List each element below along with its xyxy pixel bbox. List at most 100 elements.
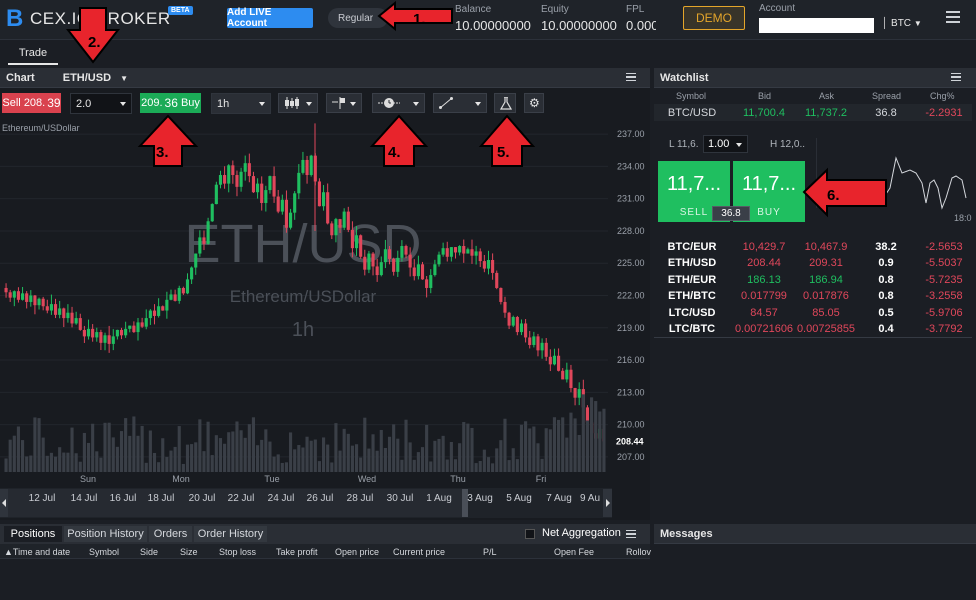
positions-col-10[interactable]: Rollov	[626, 547, 651, 557]
candle-body	[194, 253, 198, 268]
account-field[interactable]	[759, 18, 874, 33]
volume-bar	[557, 419, 561, 472]
watchlist-row-btcusd[interactable]: BTC/USD 11,700.4 11,737.2 36.8 -2.2931	[654, 104, 972, 121]
account-selector[interactable]: Account │ BTC ▼	[759, 3, 922, 33]
candle-body	[8, 292, 12, 298]
candle-body	[536, 336, 540, 351]
date-label: 14 Jul	[71, 493, 98, 504]
col-bid[interactable]: Bid	[758, 91, 771, 101]
positions-col-2[interactable]: Side	[140, 547, 158, 557]
add-live-account-button[interactable]: Add LIVE Account	[227, 7, 313, 29]
volume-bar	[276, 454, 280, 472]
candle-body	[375, 266, 379, 276]
net-aggregation-checkbox[interactable]	[525, 529, 535, 539]
col-symbol[interactable]: Symbol	[676, 91, 706, 101]
positions-col-1[interactable]: Symbol	[89, 547, 119, 557]
candle-body	[321, 192, 326, 207]
volume-bar	[338, 450, 342, 472]
volume-bar	[264, 429, 268, 472]
positions-menu-icon[interactable]	[626, 530, 636, 538]
watchlist-menu-icon[interactable]	[951, 73, 961, 81]
volume-bar	[194, 442, 198, 472]
positions-col-0[interactable]: ▲Time and date	[4, 547, 70, 557]
candle-body	[41, 298, 45, 307]
candle-body	[202, 237, 206, 244]
watchlist-row[interactable]: ETH/USD 208.44 209.31 0.9 -5.5037	[654, 255, 972, 272]
volume-bar	[4, 458, 8, 472]
flask-button[interactable]	[494, 93, 516, 113]
y-tick-label: 225.00	[617, 258, 645, 268]
indicators-button[interactable]	[326, 93, 362, 113]
candle-body	[297, 172, 301, 194]
watchlist-row[interactable]: ETH/BTC 0.017799 0.017876 0.8 -3.2558	[654, 288, 972, 305]
candle-body	[181, 287, 185, 294]
day-label: Mon	[172, 474, 190, 484]
candle-body	[462, 246, 466, 254]
positions-col-6[interactable]: Open price	[335, 547, 379, 557]
messages-title: Messages	[660, 527, 713, 540]
volume-bar	[548, 429, 552, 472]
chart-type-button[interactable]	[278, 93, 318, 113]
tab-orders[interactable]: Orders	[149, 526, 192, 542]
chart-panel-header: Chart ETH/USD ▼	[0, 68, 650, 88]
account-currency[interactable]: │ BTC ▼	[882, 18, 922, 29]
watchlist-row[interactable]: LTC/USD 84.57 85.05 0.5 -5.9706	[654, 304, 972, 321]
amount-select[interactable]: 2.0	[70, 93, 132, 114]
row-ask: 0.017876	[803, 290, 849, 302]
regular-button[interactable]: Regular	[328, 8, 388, 28]
chart-menu-icon[interactable]	[626, 73, 636, 81]
price-chart[interactable]: 237.00 234.00 231.00 228.00 225.00 222.00 219.…	[0, 88, 650, 520]
volume-bar	[309, 440, 313, 472]
demo-button[interactable]: DEMO	[683, 6, 745, 30]
quick-buy-price: 11,7...	[741, 173, 797, 195]
settings-button[interactable]: ⚙	[524, 93, 544, 113]
date-label: 1 Aug	[426, 493, 452, 504]
tab-positions[interactable]: Positions	[4, 526, 62, 542]
date-label: 26 Jul	[307, 493, 334, 504]
chart-area[interactable]: 237.00 234.00 231.00 228.00 225.00 222.00 219.…	[0, 88, 650, 520]
positions-col-4[interactable]: Stop loss	[219, 547, 256, 557]
positions-col-8[interactable]: P/L	[483, 547, 497, 557]
candle-body	[66, 312, 70, 319]
tab-order-history[interactable]: Order History	[194, 526, 267, 542]
chevron-down-icon	[736, 143, 742, 147]
col-ask[interactable]: Ask	[819, 91, 834, 101]
cexio-logo[interactable]: B CEX.IO BROKER	[6, 6, 171, 32]
volume-bar	[507, 460, 511, 472]
drawing-tools-button[interactable]	[433, 93, 487, 113]
quick-amount-select[interactable]: 1.00	[703, 135, 748, 153]
watchlist-row[interactable]: LTC/BTC 0.00721606 0.00725855 0.4 -3.7792	[654, 321, 972, 338]
watermark-interval: 1h	[292, 319, 314, 341]
candle-body	[371, 253, 375, 267]
positions-col-5[interactable]: Take profit	[276, 547, 318, 557]
chart-sell-button[interactable]: Sell 208. 39	[2, 93, 61, 113]
tab-trade[interactable]: Trade	[8, 45, 58, 65]
flask-icon	[500, 96, 512, 110]
chart-buy-button[interactable]: 209. 36 Buy	[140, 93, 201, 113]
col-spread[interactable]: Spread	[872, 91, 901, 101]
positions-col-9[interactable]: Open Fee	[554, 547, 594, 557]
balance-value: 10.00000000	[455, 18, 531, 33]
candle-body	[119, 329, 124, 336]
watchlist-row[interactable]: ETH/EUR 186.13 186.94 0.8 -5.7235	[654, 271, 972, 288]
candle-body	[342, 211, 346, 228]
account-label: Account	[759, 3, 796, 14]
volume-bar	[470, 427, 474, 472]
positions-col-3[interactable]: Size	[180, 547, 198, 557]
timeframe-button[interactable]	[372, 93, 425, 113]
interval-select[interactable]: 1h	[211, 93, 271, 114]
candle-body	[29, 295, 33, 302]
tab-position-history[interactable]: Position History	[64, 526, 147, 542]
chart-symbol-select[interactable]: ETH/USD ▼	[63, 72, 128, 84]
col-chg[interactable]: Chg%	[930, 91, 955, 101]
positions-col-7[interactable]: Current price	[393, 547, 445, 557]
volume-bar	[359, 457, 363, 472]
candle-body	[466, 249, 470, 254]
volume-bar	[111, 437, 115, 472]
volume-bar	[437, 438, 441, 472]
volume-bar	[379, 429, 383, 472]
watchlist-row[interactable]: BTC/EUR 10,429.7 10,467.9 38.2 -2.5653	[654, 238, 972, 255]
main-menu-icon[interactable]	[946, 11, 960, 23]
day-label: Wed	[358, 474, 376, 484]
line-tool-icon	[439, 97, 453, 109]
